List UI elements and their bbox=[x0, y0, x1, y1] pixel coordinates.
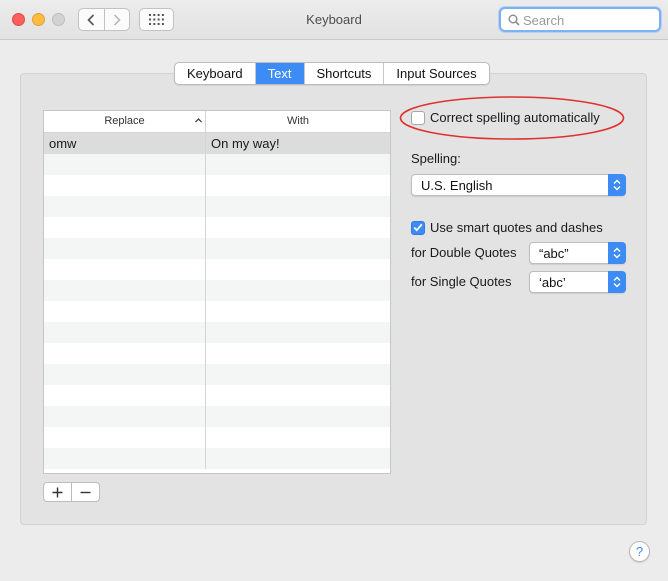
table-row[interactable] bbox=[44, 343, 390, 364]
search-input[interactable] bbox=[523, 11, 657, 29]
replace-cell bbox=[44, 364, 206, 385]
table-row[interactable] bbox=[44, 154, 390, 175]
tab-input-sources[interactable]: Input Sources bbox=[383, 63, 488, 84]
smart-quotes-label: Use smart quotes and dashes bbox=[430, 220, 603, 235]
with-cell bbox=[206, 259, 390, 280]
with-cell: On my way! bbox=[211, 136, 280, 151]
table-row[interactable] bbox=[44, 280, 390, 301]
with-cell bbox=[206, 427, 390, 448]
replace-cell bbox=[44, 259, 206, 280]
double-quotes-value: “abc” bbox=[539, 246, 569, 261]
sort-ascending-icon bbox=[195, 118, 202, 123]
with-header-label: With bbox=[287, 115, 309, 127]
with-cell bbox=[206, 217, 390, 238]
with-cell bbox=[206, 322, 390, 343]
single-quotes-popup[interactable]: ‘abc’ bbox=[529, 271, 626, 293]
replace-cell bbox=[44, 385, 206, 406]
table-row[interactable] bbox=[44, 427, 390, 448]
table-header: Replace With bbox=[44, 111, 390, 133]
table-row[interactable] bbox=[44, 385, 390, 406]
checkmark-icon bbox=[413, 223, 423, 232]
highlight-annotation bbox=[399, 96, 625, 140]
table-row[interactable] bbox=[44, 217, 390, 238]
up-down-arrows-icon bbox=[608, 271, 626, 293]
plus-icon bbox=[52, 487, 63, 497]
search-field[interactable] bbox=[499, 7, 661, 32]
replace-column-header[interactable]: Replace bbox=[44, 111, 206, 132]
with-cell bbox=[206, 154, 390, 175]
replace-cell bbox=[44, 343, 206, 364]
table-rows: omw On my way! bbox=[44, 133, 390, 469]
with-cell bbox=[206, 238, 390, 259]
tab-keyboard[interactable]: Keyboard bbox=[175, 63, 255, 84]
with-cell bbox=[206, 301, 390, 322]
replace-cell bbox=[44, 322, 206, 343]
replace-cell bbox=[44, 154, 206, 175]
single-quotes-value: ‘abc’ bbox=[539, 275, 566, 290]
table-row[interactable] bbox=[44, 448, 390, 469]
table-row[interactable] bbox=[44, 364, 390, 385]
search-icon bbox=[508, 14, 520, 26]
table-row[interactable] bbox=[44, 259, 390, 280]
replace-cell bbox=[44, 301, 206, 322]
spelling-value: U.S. English bbox=[421, 178, 493, 193]
smart-quotes-checkbox[interactable] bbox=[411, 220, 425, 235]
replace-cell bbox=[44, 280, 206, 301]
double-quotes-popup[interactable]: “abc” bbox=[529, 242, 626, 264]
replace-cell bbox=[44, 196, 206, 217]
help-label: ? bbox=[635, 544, 644, 559]
replace-cell: omw bbox=[44, 133, 206, 154]
smart-quotes-option[interactable]: Use smart quotes and dashes bbox=[411, 220, 603, 235]
table-row[interactable] bbox=[44, 196, 390, 217]
replace-cell bbox=[44, 238, 206, 259]
up-down-arrows-icon bbox=[608, 242, 626, 264]
help-button[interactable]: ? bbox=[629, 541, 650, 562]
with-cell bbox=[206, 364, 390, 385]
table-row[interactable] bbox=[44, 322, 390, 343]
text-replacement-table[interactable]: Replace With omw On my way! bbox=[43, 110, 391, 474]
add-button[interactable] bbox=[44, 483, 71, 501]
replace-cell bbox=[44, 406, 206, 427]
replace-cell bbox=[44, 217, 206, 238]
table-row[interactable] bbox=[44, 238, 390, 259]
replace-cell bbox=[44, 448, 206, 469]
with-cell bbox=[206, 175, 390, 196]
replace-cell bbox=[44, 175, 206, 196]
tab-text[interactable]: Text bbox=[254, 63, 304, 84]
up-down-arrows-icon bbox=[608, 174, 626, 196]
with-cell bbox=[206, 406, 390, 427]
add-remove-control bbox=[43, 482, 100, 502]
title-bar: Keyboard bbox=[0, 0, 668, 40]
with-column-header[interactable]: With bbox=[206, 111, 390, 132]
with-cell bbox=[206, 448, 390, 469]
spelling-popup[interactable]: U.S. English bbox=[411, 174, 626, 196]
with-cell bbox=[206, 343, 390, 364]
replace-header-label: Replace bbox=[104, 115, 145, 127]
with-cell bbox=[206, 385, 390, 406]
table-row[interactable] bbox=[44, 406, 390, 427]
tab-shortcuts[interactable]: Shortcuts bbox=[303, 63, 384, 84]
replace-cell bbox=[44, 427, 206, 448]
table-row[interactable] bbox=[44, 175, 390, 196]
spelling-label: Spelling: bbox=[411, 151, 461, 166]
with-cell bbox=[206, 280, 390, 301]
table-row[interactable] bbox=[44, 301, 390, 322]
tab-bar: Keyboard Text Shortcuts Input Sources bbox=[174, 62, 490, 85]
single-quotes-label: for Single Quotes bbox=[411, 274, 512, 289]
remove-button[interactable] bbox=[71, 483, 99, 501]
double-quotes-label: for Double Quotes bbox=[411, 245, 517, 260]
table-row[interactable]: omw On my way! bbox=[44, 133, 390, 154]
with-cell bbox=[206, 196, 390, 217]
minus-icon bbox=[80, 491, 91, 493]
